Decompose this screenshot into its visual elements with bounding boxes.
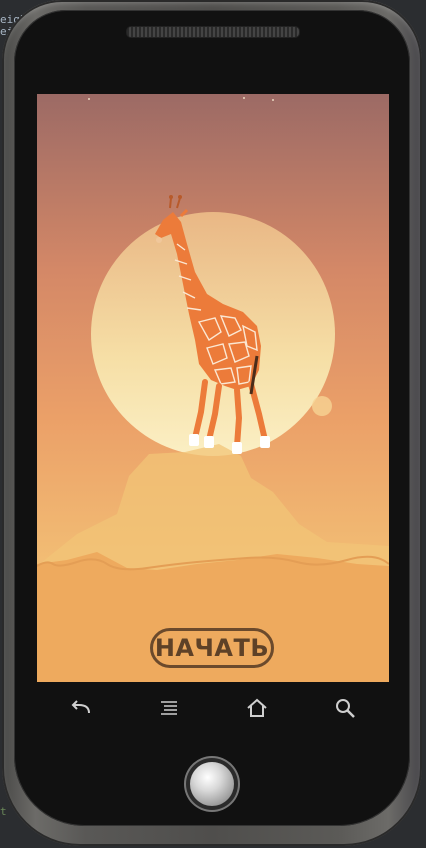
search-button[interactable]	[325, 690, 365, 726]
back-button[interactable]	[61, 690, 101, 726]
start-button[interactable]: НАЧАТЬ	[150, 628, 274, 668]
android-navbar	[37, 690, 389, 730]
home-icon	[247, 698, 267, 717]
menu-button[interactable]	[149, 690, 189, 726]
ide-code-bottom: t	[0, 805, 7, 818]
home-nav-button[interactable]	[237, 690, 277, 726]
app-screen: НАЧАТЬ	[37, 94, 389, 682]
search-icon	[336, 699, 355, 718]
savanna-illustration	[37, 94, 389, 682]
menu-icon	[161, 701, 177, 715]
small-sun	[312, 396, 332, 416]
phone-speaker	[126, 26, 300, 38]
hardware-home-button[interactable]	[190, 762, 234, 806]
back-icon	[71, 700, 90, 714]
